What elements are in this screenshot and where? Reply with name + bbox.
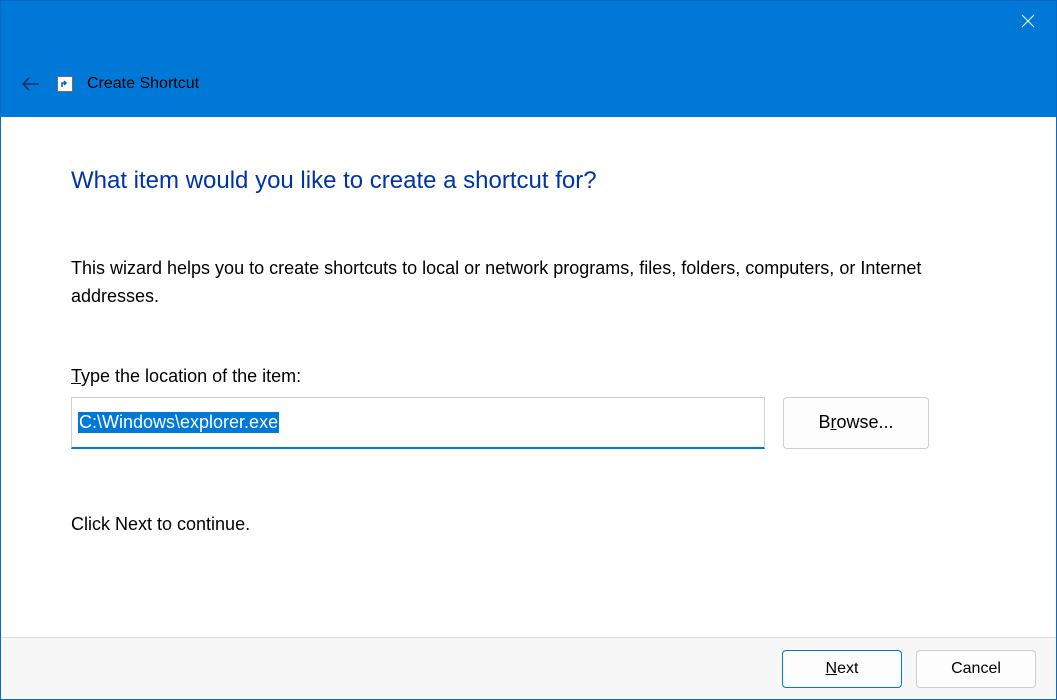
create-shortcut-window: Create Shortcut What item would you like… <box>0 0 1057 700</box>
wizard-footer: Next Cancel <box>1 637 1056 699</box>
browse-button[interactable]: Browse... <box>783 397 929 449</box>
close-icon <box>1021 14 1035 28</box>
wizard-content: What item would you like to create a sho… <box>1 117 1056 637</box>
page-heading: What item would you like to create a sho… <box>71 167 996 195</box>
location-label: Type the location of the item: <box>71 366 996 387</box>
back-button[interactable] <box>19 72 43 96</box>
location-input-value: C:\Windows\explorer.exe <box>78 412 279 433</box>
shortcut-icon <box>57 76 73 92</box>
wizard-header: Create Shortcut <box>1 51 1056 117</box>
close-button[interactable] <box>1000 1 1056 41</box>
continue-hint: Click Next to continue. <box>71 514 996 535</box>
location-input[interactable]: C:\Windows\explorer.exe <box>71 397 765 449</box>
titlebar <box>1 1 1056 51</box>
description-text: This wizard helps you to create shortcut… <box>71 255 991 311</box>
location-input-row: C:\Windows\explorer.exe Browse... <box>71 397 996 449</box>
wizard-title: Create Shortcut <box>87 75 199 93</box>
back-arrow-icon <box>21 76 41 92</box>
next-button[interactable]: Next <box>782 650 902 688</box>
cancel-button[interactable]: Cancel <box>916 650 1036 688</box>
